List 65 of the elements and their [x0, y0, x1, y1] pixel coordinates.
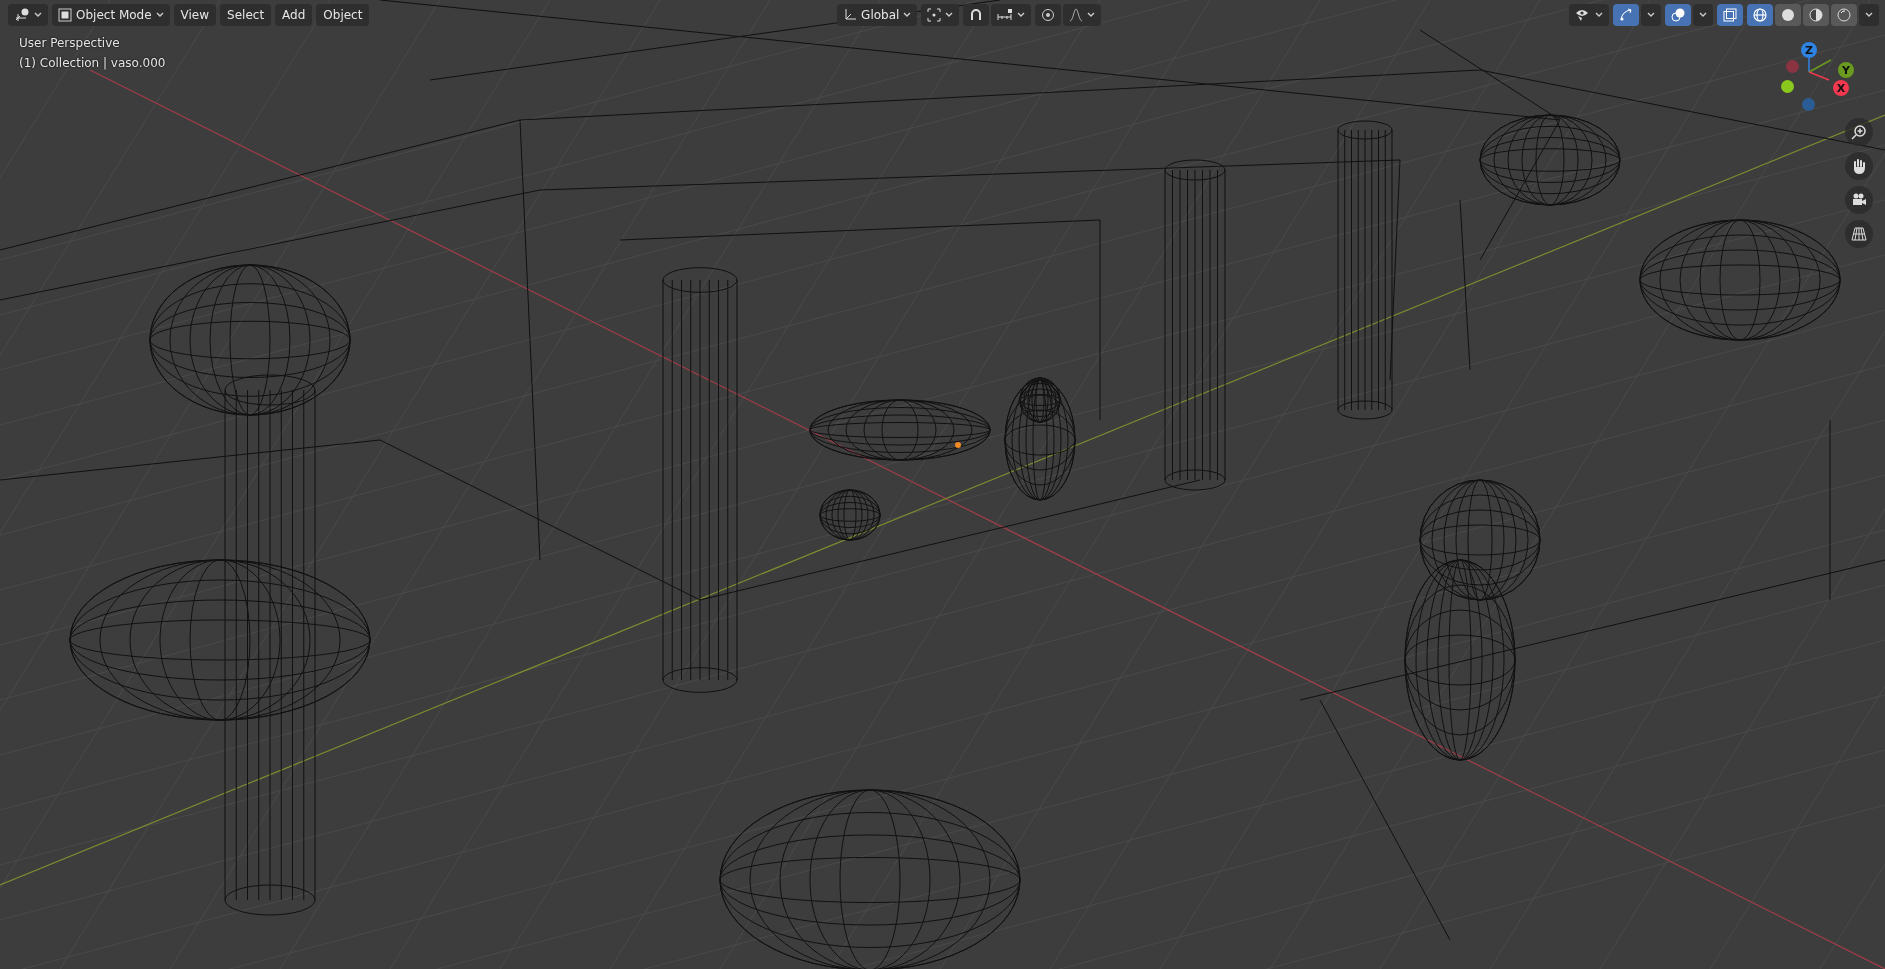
orientation-dropdown[interactable]: Global — [837, 4, 918, 26]
menu-item[interactable]: View — [173, 4, 217, 26]
grid-icon — [1851, 226, 1867, 242]
proportional-edit-toggle[interactable] — [1035, 4, 1062, 26]
pan-button[interactable] — [1845, 152, 1873, 180]
mode-dropdown[interactable]: Object Mode — [52, 4, 170, 26]
shading-dropdown[interactable] — [1859, 4, 1879, 26]
shading-mode-button[interactable] — [1775, 4, 1801, 26]
overlay-toggle[interactable] — [1665, 4, 1691, 26]
cube-square-icon — [58, 8, 72, 22]
pivot-dropdown[interactable] — [921, 4, 960, 26]
perspective-toggle-button[interactable] — [1845, 220, 1873, 248]
wireframe-sphere-icon — [1753, 8, 1767, 22]
zoom-button[interactable] — [1845, 118, 1873, 146]
snap-target-dropdown[interactable] — [991, 4, 1032, 26]
magnet-icon — [969, 8, 984, 22]
axis-handle[interactable]: X — [1833, 80, 1849, 96]
negative-axis-dot[interactable] — [1786, 60, 1799, 73]
caret-icon — [945, 12, 954, 18]
negative-axis-dot[interactable] — [1781, 80, 1794, 93]
3d-viewport[interactable]: Object Mode View Select Add Object Global User Perspective (1) Collection | vaso.000 Z Y X — [0, 0, 1885, 969]
snap-toggle[interactable] — [963, 4, 990, 26]
caret-icon — [1647, 12, 1655, 18]
glossy-sphere-icon — [1837, 8, 1851, 22]
caret-icon — [155, 12, 164, 18]
xray-toggle[interactable] — [1717, 4, 1743, 26]
axes-icon — [843, 8, 858, 22]
menu-item[interactable]: Object — [316, 4, 370, 26]
half-shaded-sphere-icon — [1809, 8, 1823, 22]
menu-item[interactable]: Add — [275, 4, 313, 26]
caret-icon — [1087, 12, 1096, 18]
shading-mode-button[interactable] — [1747, 4, 1773, 26]
negative-axis-dot[interactable] — [1802, 98, 1815, 111]
magnifier-plus-icon — [1851, 124, 1867, 140]
stacked-squares-icon — [1723, 8, 1737, 22]
axis-handle[interactable]: Z — [1801, 42, 1817, 58]
target-circle-icon — [1041, 8, 1056, 22]
visibility-dropdown[interactable] — [1569, 4, 1609, 26]
solid-sphere-icon — [1781, 8, 1795, 22]
pivot-point-icon — [927, 8, 942, 22]
camera-view-button[interactable] — [1845, 186, 1873, 214]
caret-icon — [1595, 12, 1603, 18]
bell-curve-icon — [1069, 8, 1084, 22]
active-object-info: (1) Collection | vaso.000 — [19, 56, 166, 70]
overlapping-circles-icon — [1671, 8, 1685, 22]
gizmo-dropdown[interactable] — [1641, 4, 1661, 26]
overlay-dropdown[interactable] — [1693, 4, 1713, 26]
arc-arrow-icon — [1619, 8, 1633, 22]
axis-handle[interactable]: Y — [1838, 62, 1854, 78]
caret-icon — [34, 12, 42, 18]
movie-camera-icon — [1851, 192, 1867, 208]
hand-icon — [1851, 158, 1867, 174]
increment-icon — [997, 9, 1014, 21]
caret-icon — [1865, 12, 1873, 18]
menu-item[interactable]: Select — [220, 4, 272, 26]
shading-mode-button[interactable] — [1831, 4, 1857, 26]
axis-sphere-icon — [14, 8, 30, 22]
falloff-dropdown[interactable] — [1063, 4, 1102, 26]
view-name: User Perspective — [19, 36, 121, 50]
caret-icon — [903, 12, 912, 18]
caret-icon — [1699, 12, 1707, 18]
gizmo-toggle[interactable] — [1613, 4, 1639, 26]
caret-icon — [1017, 12, 1026, 18]
editor-type-button[interactable] — [8, 4, 48, 26]
shading-mode-button[interactable] — [1803, 4, 1829, 26]
